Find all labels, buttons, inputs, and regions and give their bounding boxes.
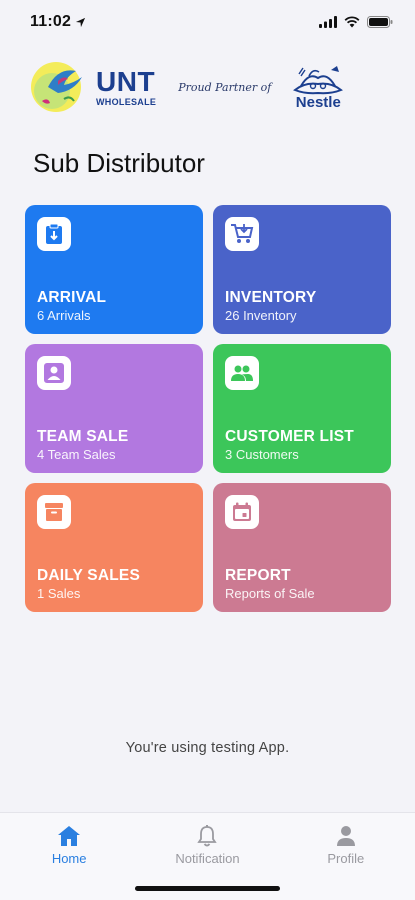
location-arrow-icon — [75, 17, 86, 27]
dashboard-grid: ARRIVAL 6 Arrivals INVENTORY 26 Inventor… — [25, 205, 391, 612]
person-icon — [37, 356, 71, 390]
profile-icon — [336, 826, 355, 846]
hummingbird-logo-icon — [31, 62, 82, 112]
battery-icon — [367, 16, 393, 28]
status-time-group: 11:02 — [30, 13, 86, 31]
page-title: Sub Distributor — [33, 148, 205, 178]
calendar-icon — [225, 495, 259, 529]
tile-subtitle: 26 Inventory — [225, 308, 297, 323]
bell-icon — [197, 825, 218, 847]
tile-arrival[interactable]: ARRIVAL 6 Arrivals — [25, 205, 203, 334]
tab-label: Notification — [175, 851, 240, 866]
status-icons — [319, 16, 393, 28]
home-icon — [58, 826, 81, 846]
cart-icon — [225, 217, 259, 251]
nestle-nest-icon — [293, 65, 344, 94]
tile-title: REPORT — [225, 567, 291, 584]
tile-title: ARRIVAL — [37, 289, 107, 306]
tab-home[interactable]: Home — [9, 825, 129, 900]
wifi-icon — [344, 16, 360, 28]
status-time: 11:02 — [30, 13, 72, 30]
testing-app-notice: You're using testing App. — [125, 740, 290, 756]
tile-title: INVENTORY — [225, 289, 317, 306]
brand-sub: WHOLESALE — [96, 96, 157, 107]
header-logos: UNT WHOLESALE Proud Partner of Nestle — [28, 52, 390, 122]
tile-title: TEAM SALE — [37, 428, 129, 445]
tile-subtitle: 6 Arrivals — [37, 308, 91, 323]
group-icon — [225, 356, 259, 390]
signal-icon — [319, 16, 337, 28]
tile-title: CUSTOMER LIST — [225, 428, 354, 445]
partner-brand: Nestle — [295, 93, 341, 111]
unt-logo: UNT WHOLESALE — [28, 57, 156, 117]
tab-label: Home — [51, 851, 87, 866]
clipboard-icon — [37, 217, 71, 251]
nestle-logo: Nestle — [291, 64, 345, 111]
tile-subtitle: 3 Customers — [225, 447, 299, 462]
tile-report[interactable]: REPORT Reports of Sale — [213, 483, 391, 612]
tab-profile[interactable]: Profile — [286, 825, 406, 900]
tile-daily-sales[interactable]: DAILY SALES 1 Sales — [25, 483, 203, 612]
tile-subtitle: Reports of Sale — [225, 586, 315, 601]
brand-main: UNT — [96, 65, 156, 97]
tab-label: Profile — [327, 851, 365, 866]
tile-subtitle: 4 Team Sales — [37, 447, 116, 462]
tile-subtitle: 1 Sales — [37, 586, 81, 601]
tile-inventory[interactable]: INVENTORY 26 Inventory — [213, 205, 391, 334]
status-bar: 11:02 — [0, 0, 415, 44]
archive-icon — [37, 495, 71, 529]
tile-team-sale[interactable]: TEAM SALE 4 Team Sales — [25, 344, 203, 473]
home-indicator — [135, 886, 280, 891]
partner-text: Proud Partner of — [178, 80, 272, 94]
unt-brand-text: UNT WHOLESALE — [96, 65, 157, 107]
tile-title: DAILY SALES — [37, 567, 140, 584]
tile-customer-list[interactable]: CUSTOMER LIST 3 Customers — [213, 344, 391, 473]
